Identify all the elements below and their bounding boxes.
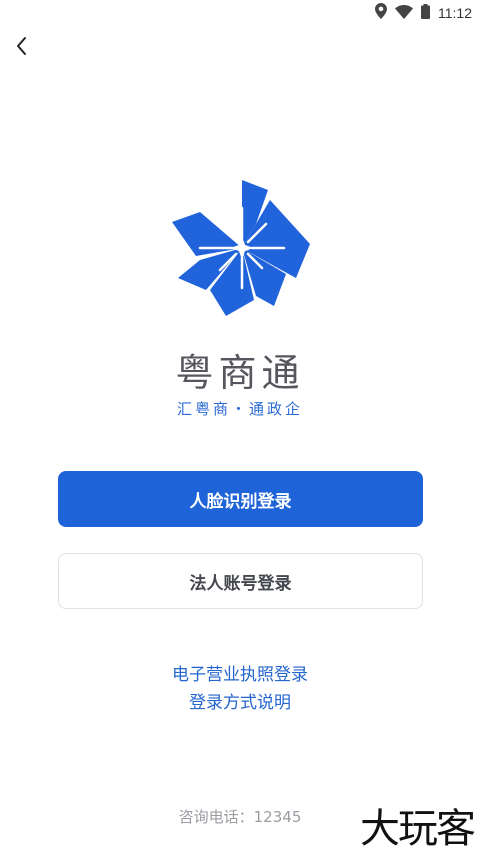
status-time: 11:12 (438, 5, 472, 21)
face-login-button[interactable]: 人脸识别登录 (58, 471, 423, 527)
license-login-link[interactable]: 电子营业执照登录 (0, 661, 480, 689)
account-login-button[interactable]: 法人账号登录 (58, 553, 423, 609)
status-icons: 11:12 (375, 3, 472, 23)
status-bar: 11:12 (0, 0, 480, 26)
watermark: 大玩客 (360, 806, 476, 852)
app-slogan: 汇粤商・通政企 (176, 400, 303, 418)
login-screen: 11:12 粤商通 汇粤商・通政企 人脸识别登录 法人账号登录 电子营业执照登录… (0, 0, 480, 853)
alt-login-links: 电子营业执照登录 登录方式说明 (0, 661, 480, 717)
app-name: 粤商通 (175, 351, 305, 395)
battery-icon (421, 3, 430, 23)
wifi-icon (395, 4, 413, 23)
chevron-left-icon (15, 36, 29, 60)
login-help-link[interactable]: 登录方式说明 (0, 689, 480, 717)
location-icon (375, 3, 387, 23)
back-button[interactable] (8, 34, 36, 62)
app-logo (170, 178, 312, 318)
